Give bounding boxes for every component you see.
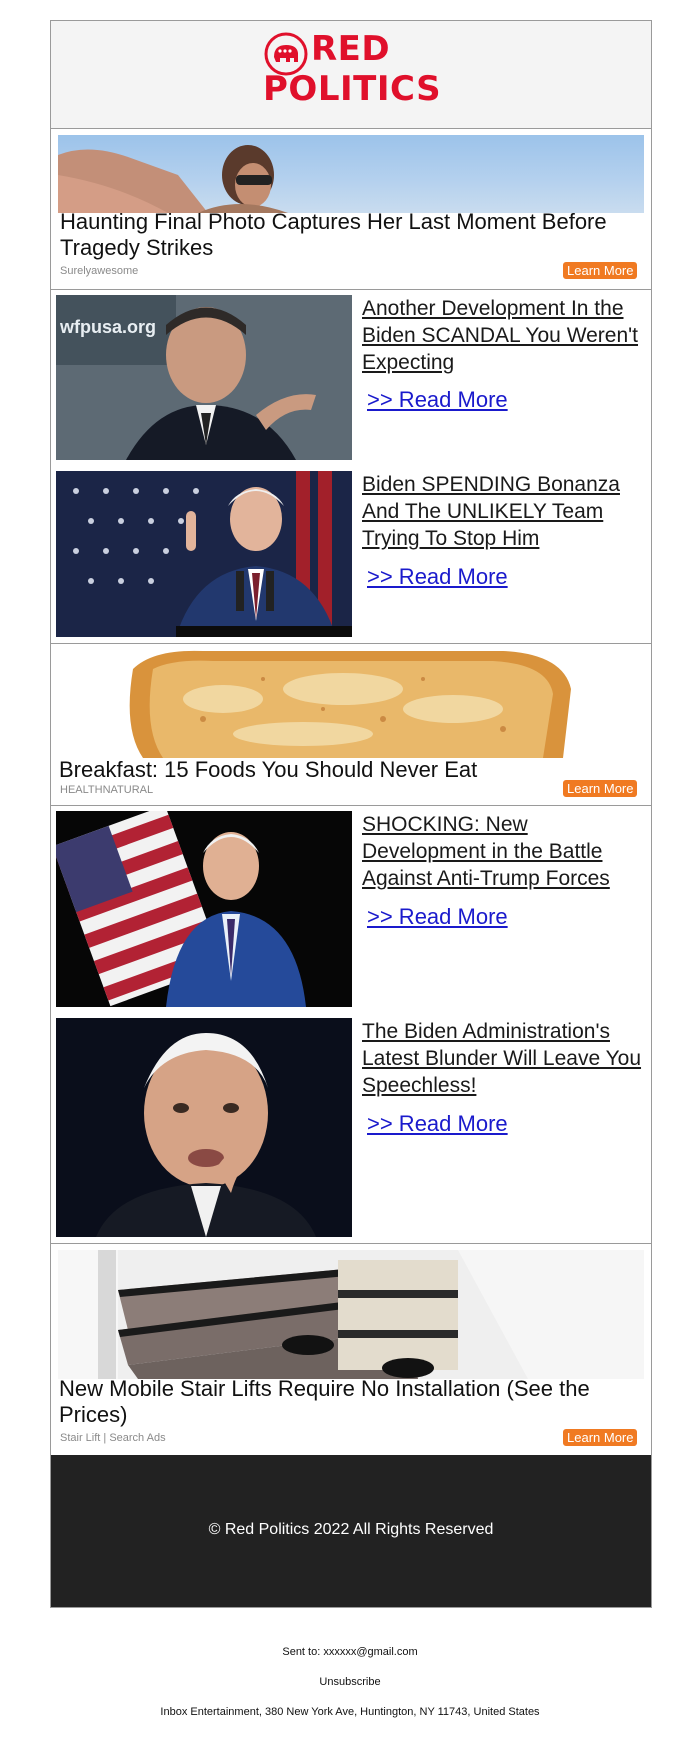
read-more-link[interactable]: >> Read More [367,904,508,930]
read-more-link[interactable]: >> Read More [367,1111,508,1137]
article-card[interactable]: Biden SPENDING Bonanza And The UNLIKELY … [56,471,648,637]
article-card[interactable]: SHOCKING: New Development in the Battle … [56,811,648,1007]
ad-image[interactable] [58,1250,644,1379]
ad-image[interactable] [58,135,644,213]
email-container: RED POLITICS Haunting Final Photo Captur… [50,20,652,1608]
learn-more-button[interactable]: Learn More [563,1429,638,1446]
article-image-text: wfpusa.org [59,317,156,337]
brand-name-line2: POLITICS [263,69,442,109]
article-image[interactable] [56,811,352,1007]
sender-address: Inbox Entertainment, 380 New York Ave, H… [160,1706,540,1718]
learn-more-button[interactable]: Learn More [563,780,638,797]
article-headline[interactable]: Another Development In the Biden SCANDAL… [362,295,642,376]
article-headline[interactable]: SHOCKING: New Development in the Battle … [362,811,642,892]
read-more-link[interactable]: >> Read More [367,564,508,590]
sponsored-ad[interactable]: Haunting Final Photo Captures Her Last M… [51,129,651,290]
article-group: wfpusa.org Another Development In the Bi… [51,290,651,644]
ad-source: Stair Lift | Search Ads [60,1432,166,1444]
article-headline[interactable]: Biden SPENDING Bonanza And The UNLIKELY … [362,471,642,552]
email-footer: © Red Politics 2022 All Rights Reserved [51,1455,651,1607]
sponsored-ad[interactable]: Breakfast: 15 Foods You Should Never Eat… [51,644,651,806]
ad-source: Surelyawesome [60,265,139,277]
learn-more-button[interactable]: Learn More [563,262,638,279]
unsubscribe-link[interactable]: Unsubscribe [0,1676,700,1688]
article-image[interactable]: wfpusa.org [56,295,352,460]
copyright-text: © Red Politics 2022 All Rights Reserved [208,1521,494,1538]
ad-image[interactable] [123,649,573,758]
read-more-link[interactable]: >> Read More [367,387,508,413]
sponsored-ad[interactable]: New Mobile Stair Lifts Require No Instal… [51,1244,651,1455]
brand-name-line1: RED [311,29,391,69]
article-card[interactable]: The Biden Administration's Latest Blunde… [56,1018,648,1237]
ad-title[interactable]: Breakfast: 15 Foods You Should Never Eat [59,757,639,783]
article-image[interactable] [56,1018,352,1237]
ad-title[interactable]: New Mobile Stair Lifts Require No Instal… [59,1376,639,1428]
article-card[interactable]: wfpusa.org Another Development In the Bi… [56,295,648,460]
article-headline[interactable]: The Biden Administration's Latest Blunde… [362,1018,642,1099]
sent-to-text: Sent to: xxxxxx@gmail.com [282,1646,418,1658]
brand-logo[interactable]: RED POLITICS [263,29,453,119]
ad-title[interactable]: Haunting Final Photo Captures Her Last M… [60,209,640,261]
article-group: SHOCKING: New Development in the Battle … [51,806,651,1244]
article-image[interactable] [56,471,352,637]
email-header: RED POLITICS [51,21,651,129]
ad-source: HEALTHNATURAL [60,784,154,796]
